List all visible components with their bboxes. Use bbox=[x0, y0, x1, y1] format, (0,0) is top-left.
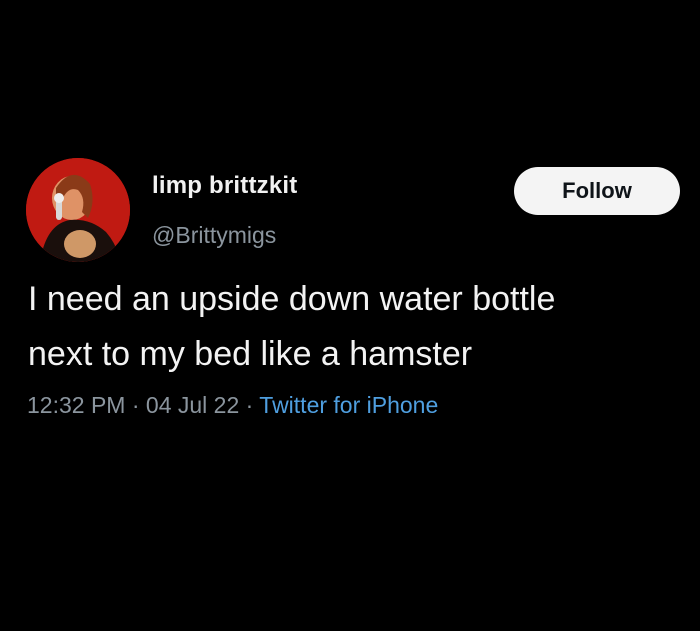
tweet-source-link[interactable]: Twitter for iPhone bbox=[259, 392, 438, 418]
meta-separator: · bbox=[125, 392, 146, 418]
tweet-text: I need an upside down water bottle next … bbox=[28, 272, 693, 382]
user-handle[interactable]: @Brittymigs bbox=[152, 222, 276, 249]
meta-separator: · bbox=[239, 392, 260, 418]
follow-button[interactable]: Follow bbox=[514, 167, 680, 215]
tweet-text-line: I need an upside down water bottle bbox=[28, 280, 556, 318]
tweet-card: limp brittzkit @Brittymigs Follow I need… bbox=[0, 0, 700, 631]
tweet-metadata: 12:32 PM · 04 Jul 22 · Twitter for iPhon… bbox=[27, 392, 438, 419]
tweet-text-line: next to my bed like a hamster bbox=[28, 335, 473, 373]
avatar-photo-icon bbox=[26, 158, 130, 262]
profile-avatar[interactable] bbox=[26, 158, 130, 262]
tweet-date[interactable]: 04 Jul 22 bbox=[146, 392, 239, 418]
tweet-time[interactable]: 12:32 PM bbox=[27, 392, 125, 418]
display-name[interactable]: limp brittzkit bbox=[152, 172, 297, 200]
